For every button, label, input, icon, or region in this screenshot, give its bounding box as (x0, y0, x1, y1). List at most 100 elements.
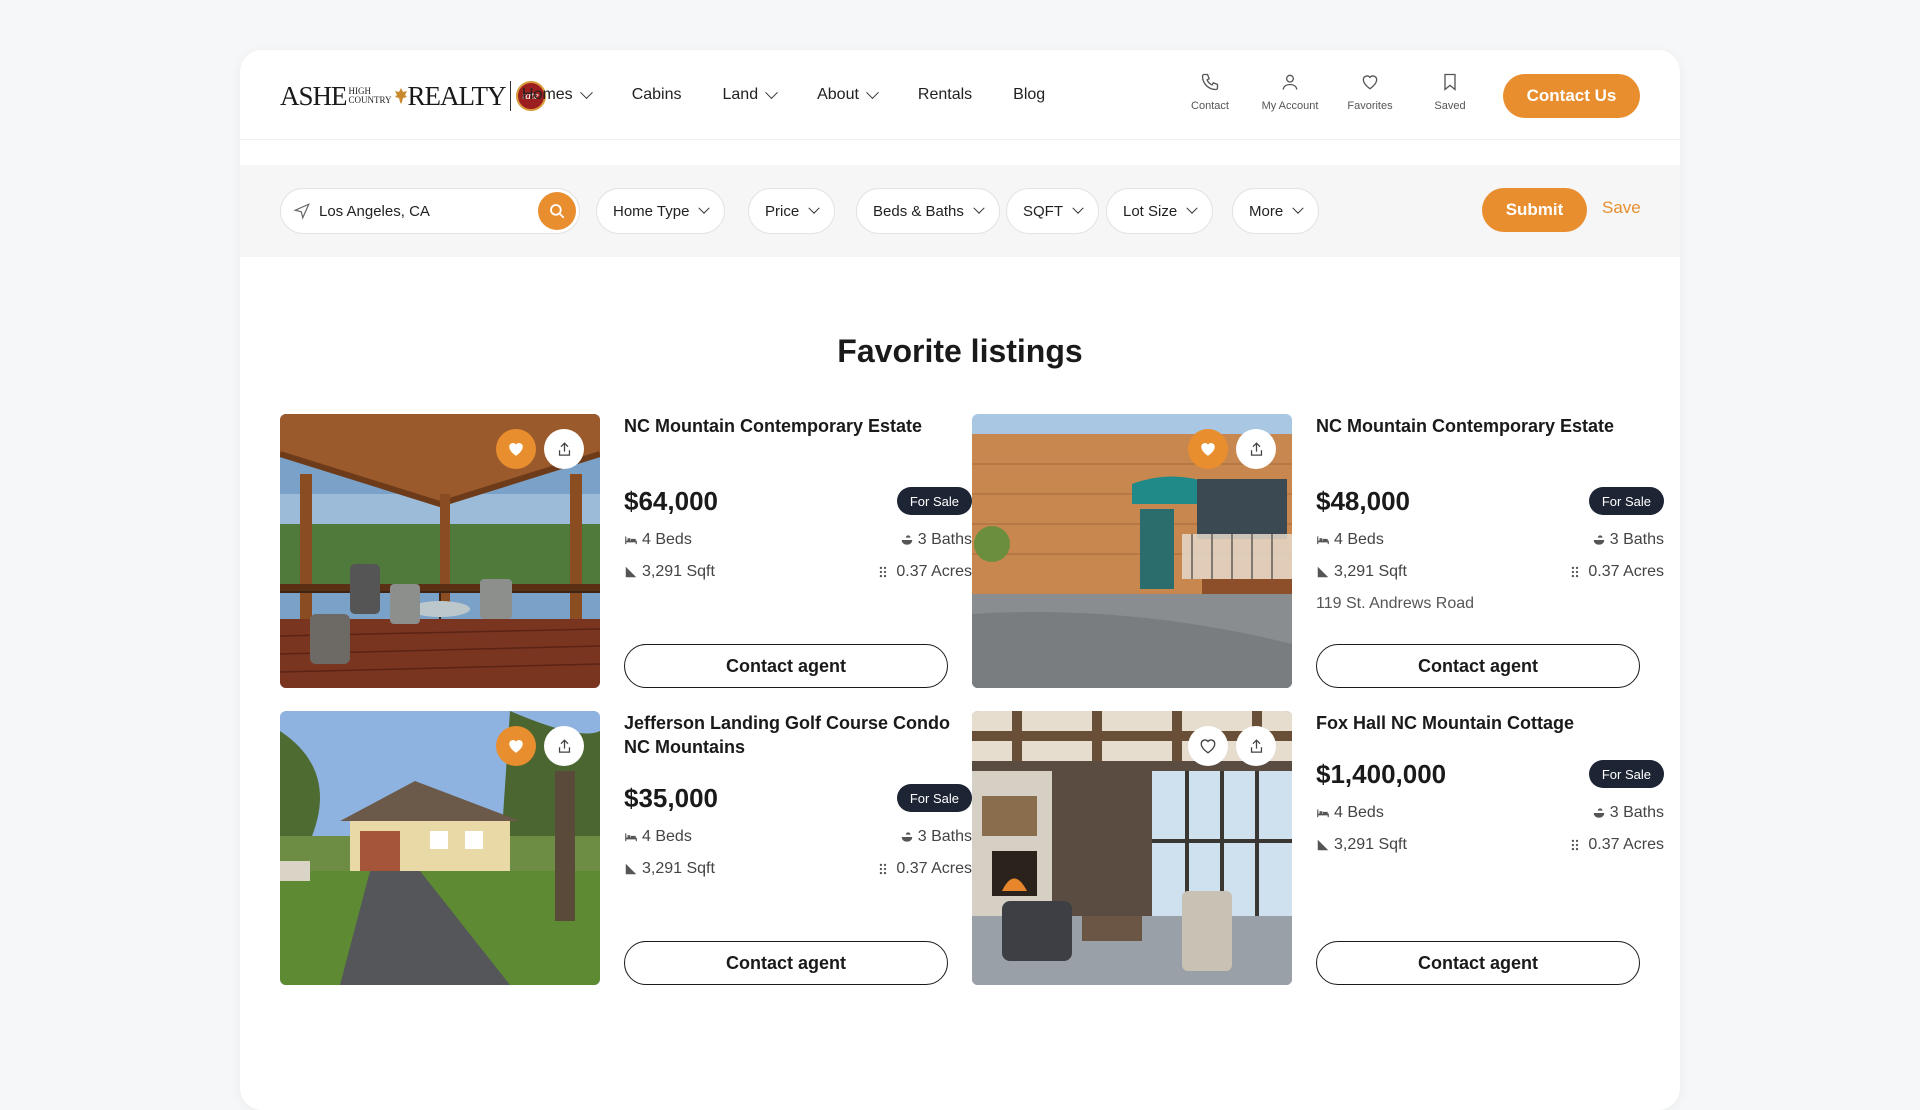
bath-icon (901, 832, 912, 842)
bed-icon (1317, 536, 1329, 545)
logo-small-text: HIGH COUNTRY (349, 87, 392, 105)
listing-title[interactable]: NC Mountain Contemporary Estate (624, 414, 954, 438)
nav-item-land[interactable]: Land (722, 85, 778, 104)
status-badge: For Sale (1588, 487, 1664, 515)
my-account-link[interactable]: My Account (1250, 72, 1330, 112)
beds-value: 4 Beds (1334, 804, 1384, 821)
header-icon-links: Contact My Account Favorites Saved (1170, 72, 1490, 112)
baths-stat: 3 Baths (1592, 804, 1664, 822)
filter-more[interactable]: More (1232, 188, 1320, 234)
beds-value: 4 Beds (642, 531, 692, 548)
filter-label: Price (765, 202, 800, 220)
contact-link[interactable]: Contact (1170, 72, 1250, 112)
main-nav: Homes Cabins Land About Rentals Blog (522, 50, 1086, 140)
baths-value: 3 Baths (1609, 531, 1664, 548)
listing-card: NC Mountain Contemporary Estate $64,000 … (280, 414, 972, 688)
listing-info: NC Mountain Contemporary Estate $48,000 … (1316, 414, 1664, 688)
contact-agent-button[interactable]: Contact agent (624, 941, 948, 985)
sqft-value: 3,291 Sqft (642, 860, 715, 877)
filter-home-type[interactable]: Home Type (596, 188, 726, 234)
share-button[interactable] (1236, 429, 1276, 469)
listing-photo[interactable] (280, 711, 600, 985)
listing-price: $35,000 (624, 783, 718, 813)
filter-sqft[interactable]: SQFT (1006, 188, 1099, 234)
listing-title[interactable]: Fox Hall NC Mountain Cottage (1316, 711, 1646, 735)
lot-grid-icon (1572, 839, 1579, 851)
listing-title[interactable]: NC Mountain Contemporary Estate (1316, 414, 1646, 438)
favorite-button[interactable] (496, 429, 536, 469)
nav-label: Rentals (917, 86, 973, 103)
location-arrow-icon (293, 203, 310, 220)
icon-link-label: Contact (1191, 100, 1229, 112)
nav-item-about[interactable]: About (817, 85, 879, 104)
favorite-button[interactable] (496, 726, 536, 766)
listing-info: Fox Hall NC Mountain Cottage $1,400,000 … (1316, 711, 1664, 985)
chevron-down-icon (579, 85, 593, 99)
sqft-value: 3,291 Sqft (642, 563, 715, 580)
nav-label: Cabins (631, 86, 682, 103)
bed-icon (625, 833, 637, 842)
save-search-link[interactable]: Save (1602, 198, 1641, 218)
listing-info: NC Mountain Contemporary Estate $64,000 … (624, 414, 972, 688)
share-button[interactable] (1236, 726, 1276, 766)
nav-item-cabins[interactable]: Cabins (632, 86, 682, 104)
contact-agent-button[interactable]: Contact agent (1316, 941, 1640, 985)
filter-label: Home Type (613, 202, 690, 220)
listing-photo[interactable] (972, 711, 1292, 985)
sqft-stat: 3,291 Sqft (624, 563, 715, 581)
nav-label: Homes (522, 86, 573, 103)
chevron-down-icon (765, 85, 778, 99)
nav-item-rentals[interactable]: Rentals (918, 86, 972, 104)
nav-item-homes[interactable]: Homes (522, 85, 593, 104)
contact-agent-button[interactable]: Contact agent (624, 644, 948, 688)
listing-title[interactable]: Jefferson Landing Golf Course Condo NC M… (624, 711, 954, 759)
favorite-button[interactable] (1188, 429, 1228, 469)
baths-stat: 3 Baths (1592, 531, 1664, 549)
location-search (280, 188, 580, 234)
bath-icon (901, 535, 912, 545)
listing-photo[interactable] (972, 414, 1292, 688)
acres-value: 0.37 Acres (896, 860, 972, 877)
favorite-button[interactable] (1188, 726, 1228, 766)
chevron-down-icon (866, 85, 879, 99)
acres-stat: 0.37 Acres (878, 563, 972, 581)
lot-grid-icon (880, 863, 887, 875)
bath-icon (1593, 808, 1604, 818)
baths-value: 3 Baths (917, 531, 972, 548)
acres-stat: 0.37 Acres (878, 860, 972, 878)
listing-photo[interactable] (280, 414, 600, 688)
status-badge: For Sale (1588, 760, 1664, 788)
heart-icon (509, 740, 523, 753)
heart-icon (1362, 75, 1378, 90)
status-badge: For Sale (896, 487, 972, 515)
share-button[interactable] (544, 429, 584, 469)
share-button[interactable] (544, 726, 584, 766)
search-button[interactable] (538, 192, 576, 230)
status-badge: For Sale (896, 784, 972, 812)
chevron-down-icon (1186, 202, 1198, 214)
search-bar: Home Type Price Beds & Baths SQFT Lot Si… (240, 165, 1680, 257)
favorites-link[interactable]: Favorites (1330, 72, 1410, 112)
icon-link-label: Saved (1434, 100, 1466, 112)
filter-lot-size[interactable]: Lot Size (1106, 188, 1214, 234)
contact-us-button[interactable]: Contact Us (1503, 74, 1640, 118)
filter-beds-baths[interactable]: Beds & Baths (856, 188, 1000, 234)
filter-price[interactable]: Price (748, 188, 836, 234)
lot-grid-icon (1572, 566, 1579, 578)
beds-stat: 4 Beds (624, 531, 692, 549)
listing-card: NC Mountain Contemporary Estate $48,000 … (972, 414, 1664, 688)
contact-agent-button[interactable]: Contact agent (1316, 644, 1640, 688)
nav-label: Land (722, 86, 759, 103)
filter-label: More (1249, 202, 1284, 220)
submit-button[interactable]: Submit (1482, 188, 1587, 232)
listing-address: 119 St. Andrews Road (1316, 595, 1475, 612)
sqft-stat: 3,291 Sqft (1316, 563, 1407, 581)
saved-link[interactable]: Saved (1410, 72, 1490, 112)
location-input[interactable] (319, 202, 529, 220)
search-icon (550, 204, 565, 219)
logo-divider (509, 81, 511, 111)
nav-label: Blog (1013, 86, 1046, 103)
listing-price: $64,000 (624, 486, 718, 516)
site-logo[interactable]: ASHE HIGH COUNTRY REALTY tate (280, 78, 546, 114)
nav-item-blog[interactable]: Blog (1013, 86, 1045, 104)
